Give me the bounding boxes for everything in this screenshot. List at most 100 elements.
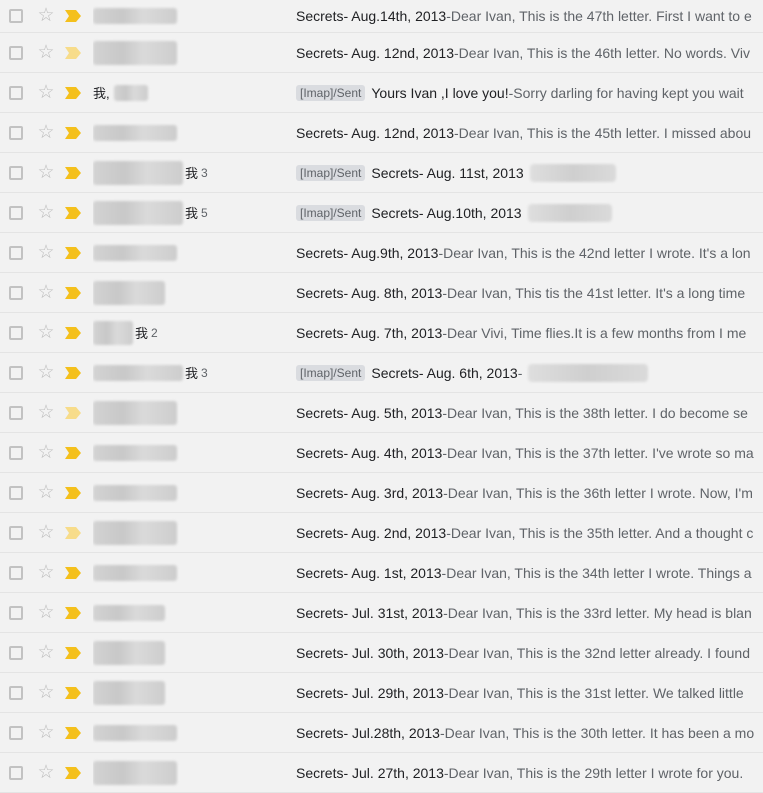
importance-marker-icon[interactable] — [65, 566, 81, 579]
checkbox-icon[interactable] — [9, 645, 23, 660]
email-row[interactable]: ☆ 我 3 [Imap]/Sent Secrets- Aug. 6th, 2013 - — [0, 353, 763, 393]
importance-marker-icon[interactable] — [65, 726, 81, 739]
star-outline-icon[interactable]: ☆ — [36, 522, 56, 543]
email-row[interactable]: ☆ 我 3 [Imap]/Sent Secrets- Aug. 11st, 2013 — [0, 153, 763, 193]
email-snippet: Sorry darling for having kept you wait — [513, 84, 744, 101]
thread-count: 2 — [151, 325, 158, 340]
redacted-snippet — [529, 163, 616, 182]
checkbox-icon[interactable] — [9, 45, 23, 60]
checkbox-icon[interactable] — [9, 245, 23, 260]
email-row[interactable]: ☆ Secrets- Jul. 31st, 2013 - Dear Ivan, T… — [0, 593, 763, 633]
redacted-snippet — [527, 203, 612, 222]
importance-marker-icon[interactable] — [65, 166, 81, 179]
importance-marker-icon[interactable] — [65, 246, 81, 259]
star-outline-icon[interactable]: ☆ — [36, 722, 56, 743]
star-outline-icon[interactable]: ☆ — [36, 322, 56, 343]
email-row[interactable]: ☆ Secrets- Aug.9th, 2013 - Dear Ivan, Thi… — [0, 233, 763, 273]
importance-marker-icon[interactable] — [65, 526, 81, 539]
star-outline-icon[interactable]: ☆ — [36, 442, 56, 463]
email-row[interactable]: ☆ Secrets- Aug. 12nd, 2013 - Dear Ivan, T… — [0, 113, 763, 153]
checkbox-icon[interactable] — [9, 565, 23, 580]
importance-marker-icon[interactable] — [65, 486, 81, 499]
checkbox-icon[interactable] — [9, 605, 23, 620]
importance-marker-icon[interactable] — [65, 366, 81, 379]
email-row[interactable]: ☆ Secrets- Jul. 27th, 2013 - Dear Ivan, T… — [0, 753, 763, 793]
checkbox-icon[interactable] — [9, 765, 23, 780]
star-outline-icon[interactable]: ☆ — [36, 6, 56, 26]
star-outline-icon[interactable]: ☆ — [36, 362, 56, 383]
star-outline-icon[interactable]: ☆ — [36, 282, 56, 303]
email-row[interactable]: ☆ Secrets- Aug. 1st, 2013 - Dear Ivan, Th… — [0, 553, 763, 593]
star-outline-icon[interactable]: ☆ — [36, 202, 56, 223]
importance-marker-icon[interactable] — [65, 206, 81, 219]
star-outline-icon[interactable]: ☆ — [36, 682, 56, 703]
thread-count: 3 — [201, 365, 208, 380]
star-outline-icon[interactable]: ☆ — [36, 162, 56, 183]
importance-marker-icon[interactable] — [65, 646, 81, 659]
email-row[interactable]: ☆ Secrets- Jul. 30th, 2013 - Dear Ivan, T… — [0, 633, 763, 673]
star-outline-icon[interactable]: ☆ — [36, 82, 56, 103]
checkbox-icon[interactable] — [9, 685, 23, 700]
checkbox-icon[interactable] — [9, 405, 23, 420]
email-subject: Secrets- Jul. 27th, 2013 — [296, 764, 444, 781]
checkbox-icon[interactable] — [9, 85, 23, 100]
label-chip[interactable]: [Imap]/Sent — [296, 84, 366, 101]
checkbox-icon[interactable] — [9, 525, 23, 540]
importance-marker-icon[interactable] — [65, 446, 81, 459]
redacted-sender — [93, 8, 177, 24]
star-outline-icon[interactable]: ☆ — [36, 642, 56, 663]
sender-name: 我 — [135, 326, 149, 341]
email-content: Secrets- Aug. 1st, 2013 - Dear Ivan, Thi… — [296, 553, 763, 592]
star-outline-icon[interactable]: ☆ — [36, 42, 56, 63]
importance-marker-icon[interactable] — [65, 406, 81, 419]
checkbox-icon[interactable] — [9, 125, 23, 140]
sender-name: 我 — [185, 206, 199, 221]
email-row[interactable]: ☆ 我 2 Secrets- Aug. 7th, 2013 - Dear Vivi, … — [0, 313, 763, 353]
importance-marker-icon[interactable] — [65, 606, 81, 619]
checkbox-icon[interactable] — [9, 365, 23, 380]
checkbox-icon[interactable] — [9, 485, 23, 500]
star-outline-icon[interactable]: ☆ — [36, 122, 56, 143]
star-outline-icon[interactable]: ☆ — [36, 762, 56, 783]
importance-marker-icon[interactable] — [65, 46, 81, 59]
importance-marker-icon[interactable] — [65, 126, 81, 139]
importance-marker-icon[interactable] — [65, 326, 81, 339]
star-outline-icon[interactable]: ☆ — [36, 602, 56, 623]
email-row[interactable]: ☆ Secrets- Aug. 8th, 2013 - Dear Ivan, Th… — [0, 273, 763, 313]
email-row[interactable]: ☆ Secrets- Aug.14th, 2013 - Dear Ivan, Th… — [0, 0, 763, 33]
checkbox-icon[interactable] — [9, 445, 23, 460]
email-row[interactable]: ☆ Secrets- Jul.28th, 2013 - Dear Ivan, Th… — [0, 713, 763, 753]
star-outline-icon[interactable]: ☆ — [36, 482, 56, 503]
email-row[interactable]: ☆ Secrets- Aug. 3rd, 2013 - Dear Ivan, Th… — [0, 473, 763, 513]
checkbox-icon[interactable] — [9, 9, 23, 23]
label-chip[interactable]: [Imap]/Sent — [296, 164, 366, 181]
checkbox-icon[interactable] — [9, 725, 23, 740]
importance-marker-icon[interactable] — [65, 286, 81, 299]
checkbox-icon[interactable] — [9, 165, 23, 180]
label-chip[interactable]: [Imap]/Sent — [296, 364, 366, 381]
importance-marker-icon[interactable] — [65, 766, 81, 779]
importance-marker-icon[interactable] — [65, 86, 81, 99]
star-outline-icon[interactable]: ☆ — [36, 242, 56, 263]
star-outline-icon[interactable]: ☆ — [36, 562, 56, 583]
email-content: [Imap]/Sent Yours Ivan ,I love you! - Sor… — [296, 73, 763, 112]
email-row[interactable]: ☆ Secrets- Aug. 4th, 2013 - Dear Ivan, Th… — [0, 433, 763, 473]
email-row[interactable]: ☆ Secrets- Aug. 2nd, 2013 - Dear Ivan, Th… — [0, 513, 763, 553]
label-chip[interactable]: [Imap]/Sent — [296, 204, 366, 221]
email-subject: Secrets- Aug. 6th, 2013 — [371, 364, 518, 381]
checkbox-icon[interactable] — [9, 285, 23, 300]
email-content: Secrets- Jul. 27th, 2013 - Dear Ivan, Th… — [296, 753, 763, 792]
checkbox-icon[interactable] — [9, 325, 23, 340]
importance-marker-icon[interactable] — [65, 686, 81, 699]
redacted-sender — [93, 124, 177, 141]
email-row[interactable]: ☆ Secrets- Aug. 5th, 2013 - Dear Ivan, Th… — [0, 393, 763, 433]
checkbox-icon[interactable] — [9, 205, 23, 220]
email-row[interactable]: ☆ 我 5 [Imap]/Sent Secrets- Aug.10th, 2013 — [0, 193, 763, 233]
subject-separator: - — [517, 364, 523, 381]
star-outline-icon[interactable]: ☆ — [36, 402, 56, 423]
email-row[interactable]: ☆ Secrets- Jul. 29th, 2013 - Dear Ivan, T… — [0, 673, 763, 713]
email-row[interactable]: ☆ Secrets- Aug. 12nd, 2013 - Dear Ivan, T… — [0, 33, 763, 73]
email-row[interactable]: ☆ 我, [Imap]/Sent Yours Ivan ,I love you! - … — [0, 73, 763, 113]
importance-marker-icon[interactable] — [65, 10, 81, 22]
sender — [93, 33, 283, 72]
